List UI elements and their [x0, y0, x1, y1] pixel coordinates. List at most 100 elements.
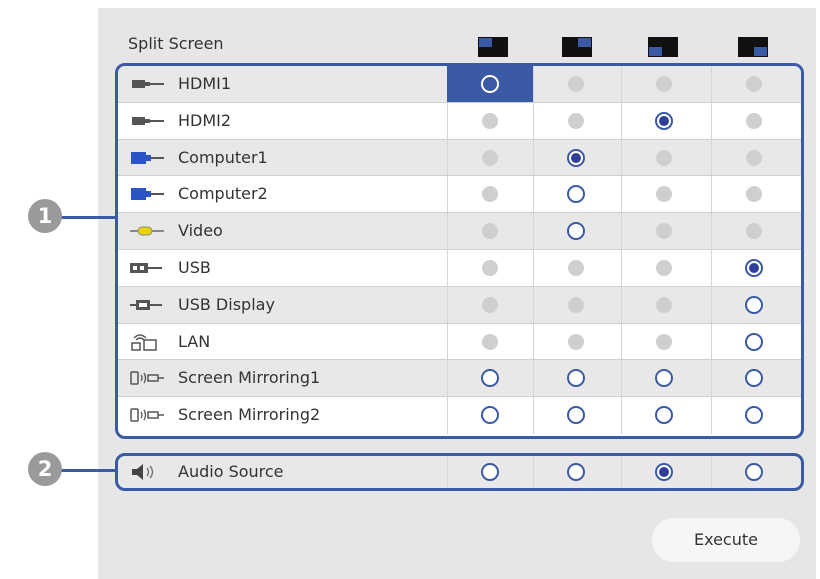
radio-disabled [482, 333, 498, 350]
source-row-computer2-layout-cell-4 [711, 176, 797, 212]
radio-button[interactable] [481, 369, 499, 388]
audio-source-row: Audio Source [115, 453, 804, 491]
lan-icon [131, 333, 157, 351]
source-label: Screen Mirroring2 [178, 405, 321, 425]
radio-disabled [568, 112, 584, 129]
audio-source-layout-cell-2[interactable] [533, 456, 619, 488]
speaker-icon [132, 464, 154, 480]
source-row-hdmi1-layout-cell-4 [711, 66, 797, 102]
radio-button[interactable] [655, 406, 673, 425]
source-row-screen-mirroring2: Screen Mirroring2 [118, 397, 801, 434]
radio-disabled [656, 333, 672, 350]
radio-disabled [482, 149, 498, 166]
source-label: USB Display [178, 294, 275, 314]
source-row-video-layout-cell-1 [447, 213, 533, 249]
radio-disabled [568, 260, 584, 276]
source-row-hdmi2-layout-cell-3[interactable] [621, 103, 707, 139]
radio-button[interactable] [481, 463, 499, 481]
radio-button[interactable] [481, 406, 499, 425]
computer-icon [131, 188, 164, 201]
radio-button[interactable] [655, 369, 673, 388]
source-row-computer1-layout-cell-2[interactable] [533, 140, 619, 176]
source-row-screen-mirroring2-layout-cell-3[interactable] [621, 397, 707, 433]
radio-button[interactable] [567, 222, 585, 241]
audio-source-layout-cell-1[interactable] [447, 456, 533, 488]
callout-1: 1 [28, 199, 62, 233]
source-label: Computer2 [178, 184, 268, 204]
source-row-lan-layout-cell-4[interactable] [711, 324, 797, 360]
radio-selected[interactable] [655, 463, 673, 481]
source-row-hdmi1-layout-cell-1[interactable] [447, 66, 533, 102]
source-list: HDMI1 HDMI2 Computer1 Computer2 Video USB USB … [115, 63, 804, 439]
source-row-video-layout-cell-4 [711, 213, 797, 249]
source-row-hdmi2-layout-cell-1 [447, 103, 533, 139]
source-row-screen-mirroring1-layout-cell-2[interactable] [533, 360, 619, 396]
radio-selected[interactable] [567, 148, 585, 167]
radio-button[interactable] [745, 295, 763, 314]
radio-disabled [746, 223, 762, 240]
radio-button[interactable] [567, 463, 585, 481]
radio-disabled [746, 186, 762, 203]
radio-button[interactable] [745, 332, 763, 351]
source-row-usb-layout-cell-4[interactable] [711, 250, 797, 286]
source-row-screen-mirroring1-layout-cell-4[interactable] [711, 360, 797, 396]
radio-selected[interactable] [655, 111, 673, 130]
radio-disabled [482, 296, 498, 313]
source-row-screen-mirroring2-layout-cell-1[interactable] [447, 397, 533, 433]
radio-button[interactable] [567, 406, 585, 425]
source-row-computer2-layout-cell-3 [621, 176, 707, 212]
source-row-screen-mirroring1-layout-cell-3[interactable] [621, 360, 707, 396]
source-row-computer1-layout-cell-3 [621, 140, 707, 176]
audio-source-layout-cell-4[interactable] [711, 456, 797, 488]
usb-display-icon [130, 299, 162, 310]
source-row-screen-mirroring1: Screen Mirroring1 [118, 360, 801, 398]
radio-button[interactable] [745, 463, 763, 481]
execute-button[interactable]: Execute [652, 518, 800, 562]
callout-2-line [60, 469, 117, 472]
radio-disabled [656, 260, 672, 276]
source-row-video-layout-cell-3 [621, 213, 707, 249]
source-row-lan-layout-cell-2 [533, 324, 619, 360]
usb-icon [130, 263, 162, 273]
source-row-usb-display-layout-cell-2 [533, 287, 619, 323]
radio-disabled [568, 333, 584, 350]
radio-button[interactable] [745, 406, 763, 425]
source-row-lan-layout-cell-1 [447, 324, 533, 360]
source-label: HDMI2 [178, 110, 232, 130]
video-icon [130, 226, 164, 236]
radio-disabled [746, 149, 762, 166]
radio-button[interactable] [481, 75, 499, 93]
source-row-screen-mirroring2-layout-cell-4[interactable] [711, 397, 797, 433]
source-row-video-layout-cell-2[interactable] [533, 213, 619, 249]
source-label: Screen Mirroring1 [178, 368, 321, 388]
radio-disabled [656, 296, 672, 313]
hdmi-icon [132, 116, 164, 125]
source-row-video: Video [118, 213, 801, 250]
radio-disabled [746, 76, 762, 92]
callout-2: 2 [28, 452, 62, 486]
radio-disabled [568, 296, 584, 313]
radio-button[interactable] [567, 185, 585, 204]
source-label: HDMI1 [178, 74, 232, 93]
radio-selected[interactable] [745, 259, 763, 277]
source-row-usb-layout-cell-2 [533, 250, 619, 286]
screen-mirroring-icon [130, 408, 164, 422]
radio-button[interactable] [567, 369, 585, 388]
source-row-screen-mirroring2-layout-cell-2[interactable] [533, 397, 619, 433]
radio-disabled [482, 260, 498, 276]
source-row-computer2-layout-cell-2[interactable] [533, 176, 619, 212]
callout-1-line [60, 216, 117, 219]
layout-bottom-right-icon [738, 37, 768, 57]
source-row-computer1-layout-cell-4 [711, 140, 797, 176]
source-row-usb-display-layout-cell-4[interactable] [711, 287, 797, 323]
radio-disabled [746, 112, 762, 129]
source-row-computer1-layout-cell-1 [447, 140, 533, 176]
source-row-usb-display-layout-cell-1 [447, 287, 533, 323]
radio-disabled [568, 76, 584, 92]
hdmi-icon [132, 80, 164, 88]
source-row-screen-mirroring1-layout-cell-1[interactable] [447, 360, 533, 396]
source-row-hdmi2-layout-cell-2 [533, 103, 619, 139]
audio-source-layout-cell-3[interactable] [621, 456, 707, 488]
radio-button[interactable] [745, 369, 763, 388]
source-row-computer2-layout-cell-1 [447, 176, 533, 212]
